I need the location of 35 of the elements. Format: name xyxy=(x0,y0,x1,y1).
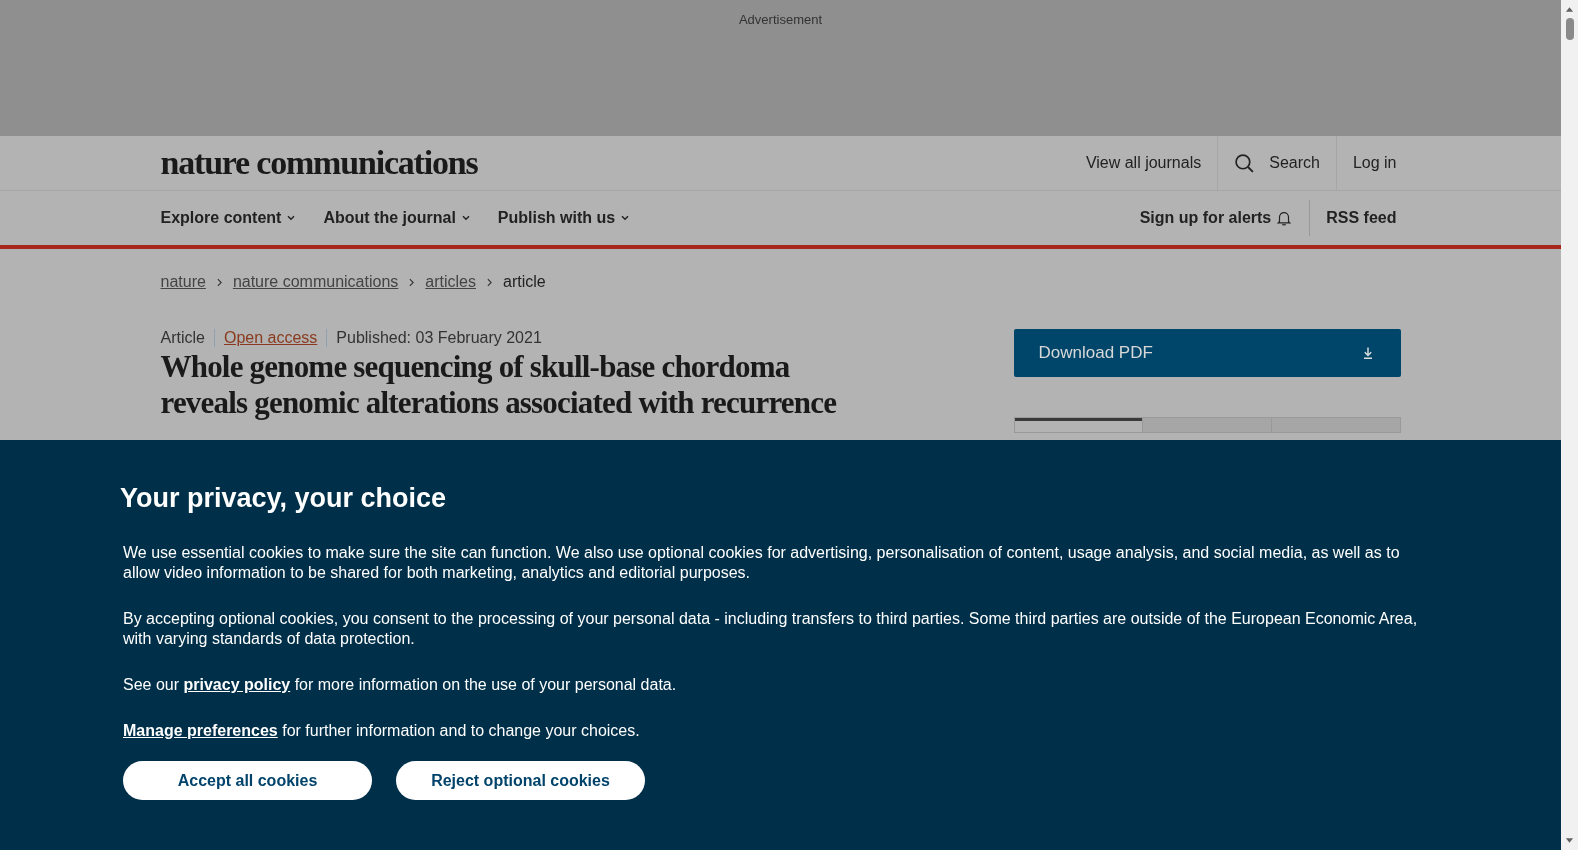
nav-menu[interactable]: Publish with us xyxy=(497,209,632,227)
cookie-button[interactable]: Reject optional cookies xyxy=(396,761,645,800)
article-title-line: Whole genome sequencing of skull-base chordoma xyxy=(160,349,791,385)
banner-paragraph: Manage preferences for further information and to change your choices. xyxy=(123,721,641,741)
header-link[interactable]: View all journals xyxy=(1069,136,1218,190)
nav-menu[interactable]: Explore content xyxy=(160,209,298,227)
scrollbar-thumb[interactable] xyxy=(1565,18,1574,40)
nav-link[interactable]: Sign up for alerts xyxy=(1123,200,1310,236)
advertisement-label: Advertisement xyxy=(738,12,823,27)
header-link[interactable]: Search xyxy=(1217,136,1336,190)
banner-paragraph: See our privacy policy for more information on the use of your personal data. xyxy=(123,675,678,695)
nav-menu[interactable]: About the journal xyxy=(323,209,472,227)
breadcrumb-current: article xyxy=(503,273,546,291)
breadcrumb-link[interactable]: nature xyxy=(160,273,206,291)
publish-date: Published: 03 February 2021 xyxy=(326,329,551,347)
breadcrumb-link[interactable]: nature communications xyxy=(232,273,399,291)
nav-link[interactable]: RSS feed xyxy=(1309,200,1401,236)
cookie-button[interactable]: Accept all cookies xyxy=(123,761,372,800)
scroll-up-icon[interactable] xyxy=(1565,5,1574,13)
breadcrumb-link[interactable]: articles xyxy=(425,273,476,291)
text-link[interactable]: privacy policy xyxy=(183,676,291,693)
banner-paragraph: By accepting optional cookies, you consent to the processing of your personal data - including transfers to third parties. Some third parties are outside of the European Economic Area, with varying standards of data protection. xyxy=(123,609,1419,649)
article-title-line: reveals genomic alterations associated with recurrence xyxy=(160,385,838,421)
banner-paragraph: We use essential cookies to make sure the site can function. We also use optional cookies for advertising, personalisation of content, usage analysis, and social media, as well as to allow video information to be shared for both marketing, analytics and editorial purposes. xyxy=(123,543,1401,583)
scrollbar[interactable] xyxy=(1561,0,1578,850)
open-access-link[interactable]: Open access xyxy=(213,329,327,347)
banner-heading: Your privacy, your choice xyxy=(120,483,448,514)
site-logo[interactable]: nature communications xyxy=(160,144,478,182)
scroll-down-icon[interactable] xyxy=(1565,837,1574,845)
article-type: Article xyxy=(160,329,206,347)
download-pdf-button[interactable]: Download PDF xyxy=(1013,329,1401,377)
search-icon xyxy=(1234,152,1256,174)
header-link[interactable]: Log in xyxy=(1335,136,1401,190)
bell-icon xyxy=(1275,209,1294,227)
text-link[interactable]: Manage preferences xyxy=(123,722,278,739)
